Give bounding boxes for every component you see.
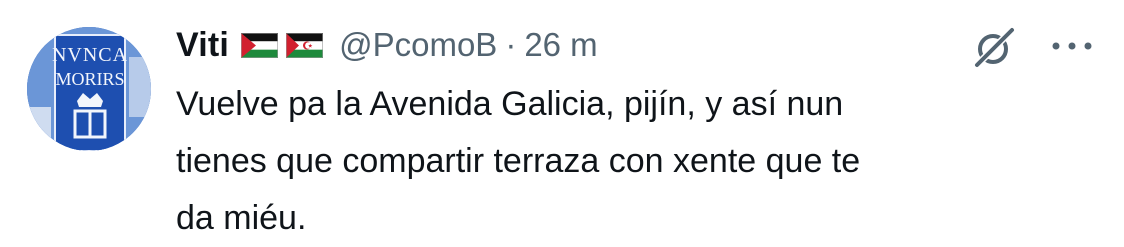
svg-text:NVNCA: NVNCA [52, 44, 128, 66]
display-name[interactable]: Viti [176, 26, 229, 65]
more-options-icon[interactable] [1048, 36, 1096, 56]
handle[interactable]: @PcomoB [339, 26, 497, 64]
avatar[interactable]: NVNCA MORIRS [27, 27, 151, 151]
palestine-flag-icon [241, 32, 279, 58]
western-sahara-flag-icon [286, 32, 324, 58]
timestamp[interactable]: 26 m [524, 26, 597, 64]
avatar-image: NVNCA MORIRS [27, 27, 151, 151]
svg-text:MORIRS: MORIRS [55, 69, 124, 89]
tweet-header: Viti @PcomoB · 26 m [176, 20, 598, 70]
separator-dot: · [505, 26, 517, 63]
grok-icon[interactable] [966, 24, 1022, 70]
tweet[interactable]: NVNCA MORIRS Viti @PcomoB · 26 m Vuelve … [0, 0, 1124, 241]
tweet-text: Vuelve pa la Avenida Galicia, pijín, y a… [176, 85, 861, 237]
